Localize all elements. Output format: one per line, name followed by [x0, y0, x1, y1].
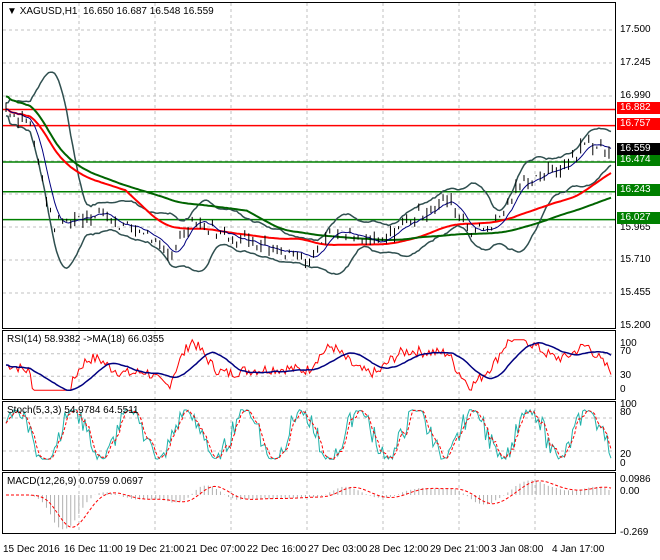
macd-axis-bottom: -0.269 — [620, 527, 649, 538]
chart-header: ▼ XAGUSD,H1 16.650 16.687 16.548 16.559 — [7, 6, 214, 17]
macd-axis-top: 0.0986 — [620, 474, 651, 485]
bollinger-lower — [5, 115, 612, 275]
current-price-tag: 16.559 — [617, 143, 660, 156]
time-axis-label: 16 Dec 11:00 — [64, 544, 123, 555]
rsi-panel[interactable]: RSI(14) 58.9382 ->MA(18) 66.0355 — [2, 330, 616, 400]
time-axis-label: 3 Jan 08:00 — [491, 544, 544, 555]
time-axis-label: 29 Dec 21:00 — [430, 544, 490, 555]
level-price-tag: 16.243 — [617, 183, 660, 196]
rsi-axis-70: 70 — [620, 346, 632, 357]
level-price-tag: 16.757 — [617, 117, 660, 130]
price-axis-label: 15.710 — [620, 254, 651, 266]
price-axis-label: 15.200 — [620, 320, 651, 331]
macd-axis-zero: 0.00 — [620, 486, 640, 497]
level-price-tag: 16.474 — [617, 154, 660, 167]
price-axis-label: 16.990 — [620, 89, 651, 101]
stoch-axis-80: 80 — [620, 407, 632, 418]
rsi-label: RSI(14) 58.9382 ->MA(18) 66.0355 — [7, 334, 165, 345]
stoch-axis-0: 0 — [620, 458, 626, 469]
stoch-label: Stoch(5,3,3) 54.9784 64.5511 — [7, 405, 139, 416]
ma-red — [5, 108, 612, 247]
rsi-ma-line — [5, 341, 612, 391]
ohlc-values: 16.650 16.687 16.548 16.559 — [83, 6, 214, 17]
collapse-triangle-icon[interactable]: ▼ — [7, 6, 17, 17]
stoch-panel[interactable]: Stoch(5,3,3) 54.9784 64.5511 — [2, 401, 616, 471]
price-plot — [3, 3, 615, 328]
rsi-axis-30: 30 — [620, 370, 632, 381]
time-axis-label: 21 Dec 07:00 — [186, 544, 246, 555]
price-axis-label: 15.455 — [620, 287, 651, 299]
macd-label: MACD(12,26,9) 0.0759 0.0697 — [7, 476, 144, 487]
ma-green — [5, 95, 612, 241]
price-axis-label: 17.500 — [620, 24, 651, 35]
ma-blue — [5, 108, 612, 258]
time-axis-label: 19 Dec 21:00 — [125, 544, 185, 555]
symbol-label: XAGUSD,H1 — [19, 6, 78, 17]
rsi-axis-0: 0 — [620, 384, 626, 395]
macd-panel[interactable]: MACD(12,26,9) 0.0759 0.0697 — [2, 472, 616, 534]
time-axis-label: 15 Dec 2016 — [3, 544, 60, 555]
rsi-line — [5, 338, 612, 391]
level-price-tag: 16.882 — [617, 101, 660, 114]
time-axis-label: 4 Jan 17:00 — [552, 544, 605, 555]
level-price-tag: 16.027 — [617, 211, 660, 224]
time-axis-label: 27 Dec 03:00 — [308, 544, 368, 555]
time-axis-label: 22 Dec 16:00 — [247, 544, 307, 555]
price-axis-label: 17.245 — [620, 56, 651, 68]
stoch-main-line — [5, 408, 612, 461]
time-axis-label: 28 Dec 12:00 — [369, 544, 429, 555]
main-chart[interactable]: ▼ XAGUSD,H1 16.650 16.687 16.548 16.559 — [2, 2, 616, 329]
